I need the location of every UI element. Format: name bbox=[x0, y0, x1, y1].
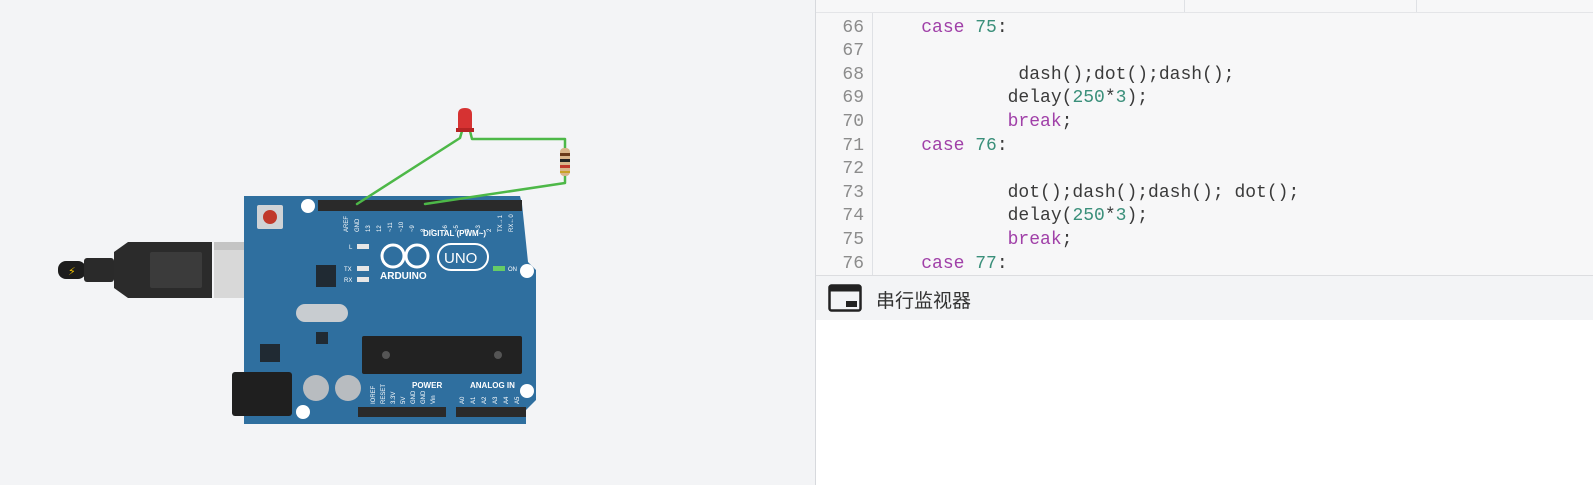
toolbar-separator bbox=[1416, 0, 1417, 12]
analog-pin-label: A0 bbox=[460, 396, 466, 404]
analog-pin-label: A4 bbox=[504, 396, 510, 404]
code-line[interactable] bbox=[816, 39, 1593, 63]
rx-led-label: RX bbox=[344, 278, 352, 284]
digital-pin-label: AREF bbox=[344, 216, 350, 232]
resistor[interactable] bbox=[560, 148, 570, 176]
code-line[interactable]: dash();dot();dash(); bbox=[816, 63, 1593, 87]
digital-pin-label: ~10 bbox=[399, 221, 405, 232]
circuit-svg: ⚡ ARDUINO UNO DIGITAL (PWM~) POWER ANALO… bbox=[58, 108, 570, 424]
code-line[interactable]: break; bbox=[816, 228, 1593, 252]
analog-label: ANALOG IN bbox=[470, 381, 515, 390]
svg-text:⚡: ⚡ bbox=[68, 265, 76, 278]
digital-pin-label: TX→1 bbox=[498, 214, 504, 232]
analog-pin-label: A3 bbox=[493, 396, 499, 404]
code-line[interactable]: delay(250*3); bbox=[816, 204, 1593, 228]
wire-led-to-resistor bbox=[468, 129, 567, 150]
power-pin-label: 5V bbox=[401, 397, 407, 404]
code-line[interactable]: dot();dash();dash(); dot(); bbox=[816, 181, 1593, 205]
board-brand: ARDUINO bbox=[380, 271, 427, 282]
analog-pin-label: A2 bbox=[482, 396, 488, 404]
code-line[interactable] bbox=[816, 157, 1593, 181]
serial-monitor-title: 串行监视器 bbox=[876, 290, 972, 312]
power-pin-label: IOREF bbox=[371, 385, 377, 404]
digital-pin-label: GND bbox=[355, 218, 361, 232]
digital-pin-label: 13 bbox=[366, 225, 372, 232]
editor-toolbar-edge bbox=[816, 0, 1593, 13]
power-pin-label: RESET bbox=[381, 384, 387, 404]
digital-pin-label: ~5 bbox=[454, 224, 460, 232]
power-pin-label: Vin bbox=[431, 395, 437, 404]
serial-monitor-header[interactable]: 串行监视器 bbox=[816, 275, 1593, 321]
power-label: POWER bbox=[412, 381, 442, 390]
code-line[interactable]: case 76: bbox=[816, 134, 1593, 158]
analog-pin-label: A5 bbox=[515, 396, 521, 404]
digital-pin-label: RX←0 bbox=[509, 214, 515, 232]
power-pin-label: 3.3V bbox=[391, 392, 397, 404]
code-line[interactable]: case 77: bbox=[816, 252, 1593, 275]
code-text: dot();dash();dash(); dot(); bbox=[878, 182, 1300, 203]
code-text: delay(250*3); bbox=[878, 88, 1149, 109]
code-text: break; bbox=[1007, 230, 1073, 250]
power-pin-label: GND bbox=[411, 390, 417, 404]
digital-pin-label: 12 bbox=[377, 225, 383, 232]
serial-monitor-icon bbox=[828, 284, 862, 312]
board-model: UNO bbox=[444, 250, 477, 267]
digital-pin-label: ~3 bbox=[476, 224, 482, 232]
code-text: break; bbox=[1007, 112, 1073, 132]
toolbar-separator bbox=[1184, 0, 1185, 12]
digital-pin-label: ~9 bbox=[410, 224, 416, 232]
serial-monitor-output[interactable] bbox=[816, 320, 1593, 485]
code-text: case 76: bbox=[921, 135, 1008, 156]
code-text: delay(250*3); bbox=[878, 206, 1149, 227]
digital-pin-label: ~11 bbox=[388, 222, 394, 232]
code-line[interactable]: case 75: bbox=[816, 16, 1593, 40]
power-pin-label: GND bbox=[421, 390, 427, 404]
code-text: dash();dot();dash(); bbox=[878, 64, 1235, 85]
circuit-canvas[interactable]: ⚡ ARDUINO UNO DIGITAL (PWM~) POWER ANALO… bbox=[0, 0, 815, 485]
code-line[interactable]: delay(250*3); bbox=[816, 86, 1593, 110]
red-led[interactable] bbox=[456, 108, 474, 132]
digital-pin-label: ~6 bbox=[443, 224, 449, 232]
code-line[interactable]: break; bbox=[816, 110, 1593, 134]
code-editor[interactable]: 656667686970717273747576 break; case 75:… bbox=[816, 0, 1593, 275]
analog-pin-label: A1 bbox=[471, 396, 477, 404]
code-text: case 75: bbox=[921, 17, 1008, 38]
wire-gnd-to-led bbox=[355, 129, 464, 206]
tx-led-label: TX bbox=[344, 267, 352, 273]
on-label: ON bbox=[508, 267, 517, 273]
code-text: case 77: bbox=[921, 253, 1008, 274]
wires[interactable] bbox=[355, 129, 567, 206]
